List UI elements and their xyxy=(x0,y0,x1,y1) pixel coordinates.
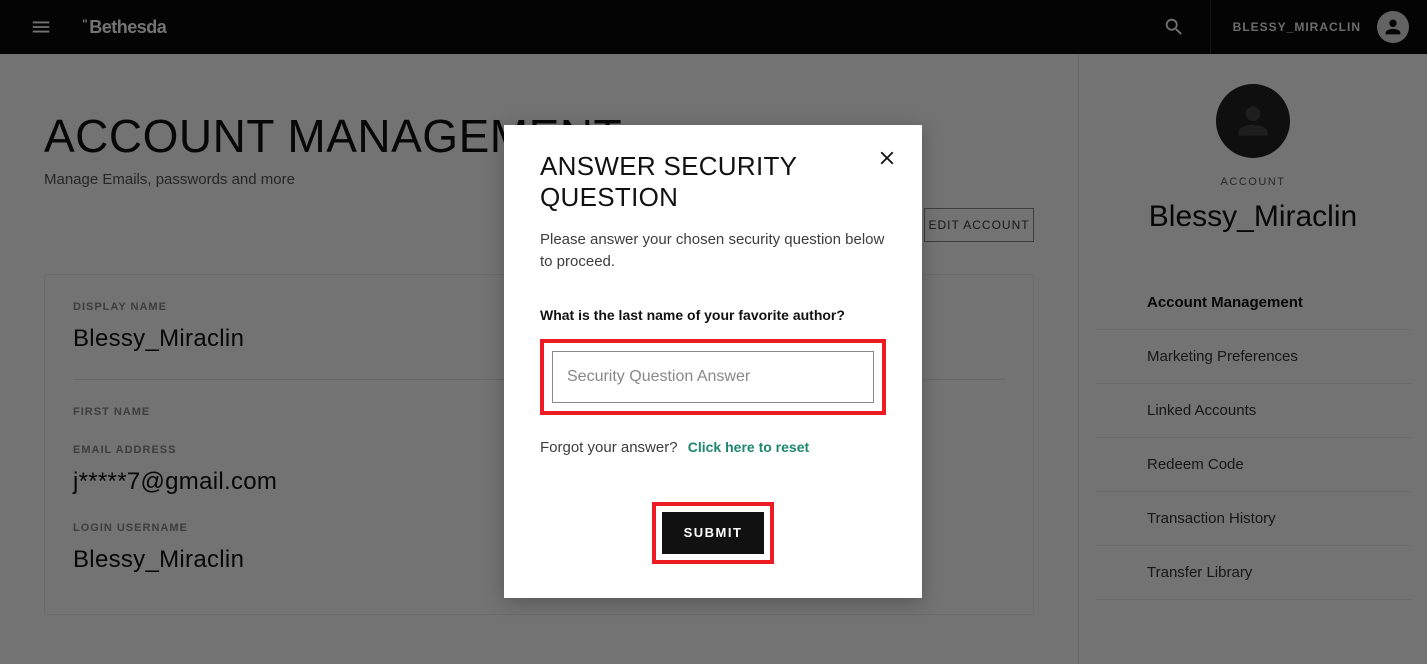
answer-input-highlight xyxy=(540,339,886,415)
modal-question: What is the last name of your favorite a… xyxy=(540,307,886,323)
forgot-answer-text: Forgot your answer? xyxy=(540,439,678,456)
forgot-answer-link[interactable]: Click here to reset xyxy=(688,439,809,455)
close-icon[interactable] xyxy=(876,147,898,174)
forgot-answer-line: Forgot your answer? Click here to reset xyxy=(540,439,886,456)
submit-button[interactable]: SUBMIT xyxy=(662,512,764,554)
submit-button-highlight: SUBMIT xyxy=(652,502,774,564)
modal-subtitle: Please answer your chosen security quest… xyxy=(540,229,886,273)
modal-title: ANSWER SECURITY QUESTION xyxy=(540,151,886,213)
security-answer-input[interactable] xyxy=(552,351,874,403)
security-question-modal: ANSWER SECURITY QUESTION Please answer y… xyxy=(504,125,922,598)
